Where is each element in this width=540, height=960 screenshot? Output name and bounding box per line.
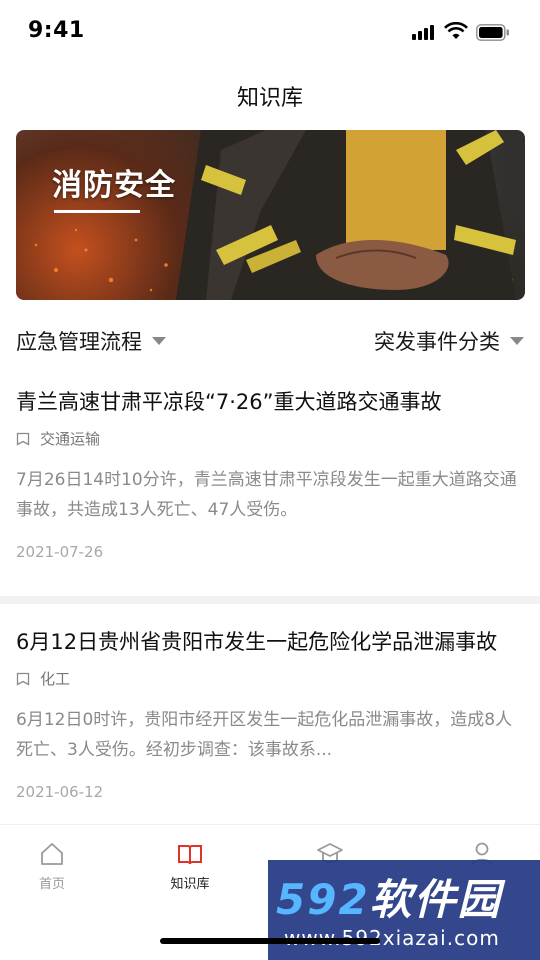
category-label: 化工 [40,670,71,688]
emergency-process-filter[interactable]: 应急管理流程 [16,326,166,356]
status-time: 9:41 [28,18,85,43]
status-bar: 9:41 [0,0,540,64]
article-title: 6月12日贵州省贵阳市发生一起危险化学品泄漏事故 [16,630,498,654]
article-category: 化工 [16,668,524,689]
article-card[interactable]: 6月12日贵州省贵阳市发生一起危险化学品泄漏事故 化工 6月12日0时许，贵阳市… [0,626,540,801]
banner-image[interactable]: 消防安全 [16,130,525,300]
wifi-icon [444,22,468,39]
article-date: 2021-07-26 [16,543,104,561]
article-summary: 7月26日14时10分许，青兰高速甘肃平凉段发生一起重大道路交通事故，共造成13… [16,470,517,520]
banner-title: 消防安全 [52,168,176,203]
article-card[interactable]: 青兰高速甘肃平凉段“7·26”重大道路交通事故 交通运输 7月26日14时10分… [0,386,540,561]
book-icon [178,845,202,865]
tab-label: 首页 [38,877,65,892]
article-category: 交通运输 [16,428,524,449]
event-category-filter[interactable]: 突发事件分类 [374,326,524,356]
article-title: 青兰高速甘肃平凉段“7·26”重大道路交通事故 [16,390,442,414]
article-date: 2021-06-12 [16,783,104,801]
tag-icon [16,432,30,446]
home-icon [41,843,63,865]
home-indicator [160,938,380,944]
firefighter-illustration [34,130,516,300]
battery-icon [476,24,509,41]
watermark-logo: 592软件园 [276,875,502,924]
tag-icon [16,672,30,686]
tab-home[interactable]: 首页 [12,841,92,892]
watermark: 592软件园 www.592xiazai.com [268,860,540,960]
tab-knowledge-base[interactable]: 知识库 [150,841,230,892]
tab-label: 知识库 [170,877,210,892]
chevron-down-icon [510,337,524,345]
category-label: 交通运输 [40,430,101,448]
page-title: 知识库 [236,86,303,111]
chevron-down-icon [152,337,166,345]
filter-label: 应急管理流程 [16,330,142,354]
article-summary: 6月12日0时许，贵阳市经开区发生一起危化品泄漏事故，造成8人死亡、3人受伤。经… [16,710,513,760]
signal-icon [412,24,438,40]
filter-label: 突发事件分类 [374,330,500,354]
divider [0,596,540,604]
banner-underline [54,210,140,213]
